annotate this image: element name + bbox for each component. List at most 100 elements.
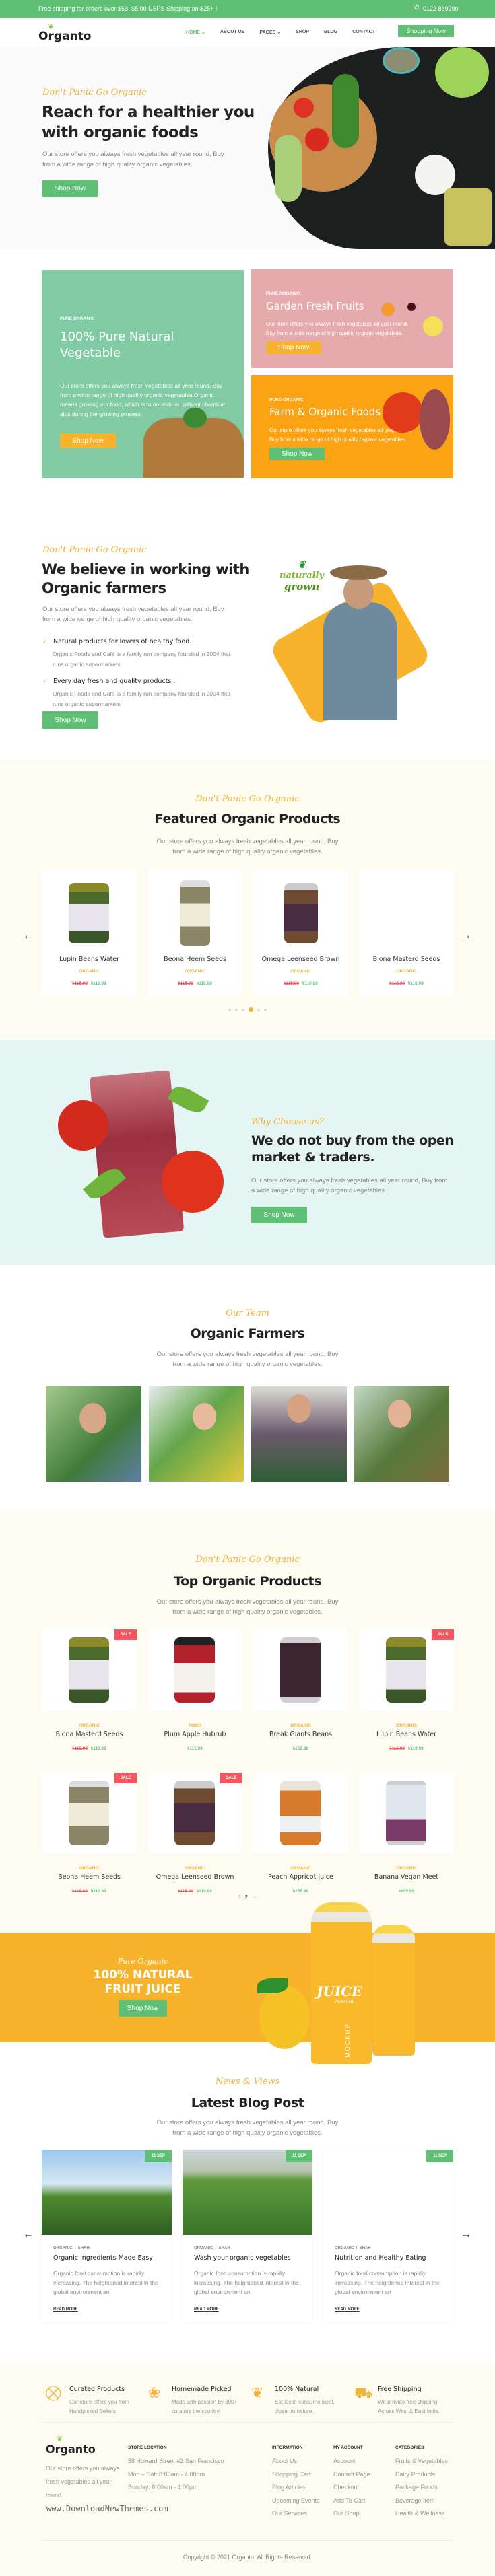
farmer-face: [287, 1394, 311, 1423]
featured-next-arrow[interactable]: →: [461, 930, 471, 942]
why-title: We do not buy from the open market & trad…: [251, 1133, 454, 1165]
blog-card[interactable]: 11 SEP ORGANIC / SHAH Nutrition and Health…: [323, 2150, 453, 2322]
blog-meta: ORGANIC / SHAH: [194, 2246, 230, 2250]
product-card[interactable]: Biona Masterd Seeds ORGANIC ৳115.99 ৳110.…: [359, 869, 454, 996]
juice-shop-now-button[interactable]: Shop Now: [119, 2000, 167, 2017]
footer-link[interactable]: Our Shop: [333, 2507, 370, 2521]
product-card[interactable]: Beona Heem Seeds ORGANIC ৳115.99 ৳110.99: [147, 869, 242, 996]
product-name: Peach Appricot Juice: [268, 1873, 333, 1881]
footer-link[interactable]: Shopping Cart: [272, 2468, 320, 2482]
blog-post-title[interactable]: Organic Ingredients Made Easy: [53, 2254, 153, 2262]
juice-title: 100% NATURAL FRUIT JUICE: [93, 1968, 193, 1996]
blog-prev-arrow[interactable]: ←: [23, 2229, 34, 2241]
carousel-dot[interactable]: [242, 1008, 244, 1011]
naturally-grown-badge: ❦ naturally grown: [279, 560, 325, 593]
footer-link[interactable]: Beverage Item: [395, 2495, 448, 2508]
product-card[interactable]: SALE ORGANIC Lupin Beans Water ৳115.99 ৳110.…: [359, 1629, 454, 1751]
nav-contact[interactable]: CONTACT: [352, 30, 375, 35]
blog-post-title[interactable]: Wash your organic vegetables: [194, 2254, 291, 2262]
footer-link[interactable]: Account: [333, 2455, 370, 2468]
shopping-now-button[interactable]: Shooping Now: [398, 25, 454, 37]
banner-shop-now-button[interactable]: Shop Now: [60, 433, 116, 448]
nav-about[interactable]: ABOUT US: [220, 30, 245, 35]
nav-shop[interactable]: SHOP: [296, 30, 309, 35]
about-shop-now-button[interactable]: Shop Now: [42, 711, 98, 729]
featured-prev-arrow[interactable]: ←: [23, 930, 34, 942]
blog-post-title[interactable]: Nutrition and Healthy Eating: [335, 2254, 426, 2262]
farmer-photo[interactable]: [251, 1386, 347, 1482]
read-more-link[interactable]: READ MORE: [335, 2307, 360, 2312]
product-price: ৳115.99 ৳110.99: [389, 1746, 424, 1751]
farmer-photo[interactable]: [354, 1386, 449, 1482]
top-subtitle: Don't Panic Go Organic: [195, 1554, 300, 1565]
footer-link[interactable]: About Us: [272, 2455, 320, 2468]
footer-link[interactable]: Contact Page: [333, 2468, 370, 2482]
read-more-link[interactable]: READ MORE: [53, 2307, 78, 2312]
banner-shop-now-button[interactable]: Shop Now: [266, 341, 321, 354]
footer-column-store: STORE LOCATION 58 Howard Street #2 San Fr…: [128, 2445, 224, 2495]
herbs: [332, 74, 359, 148]
footer-info: 58 Howard Street #2 San Francisco: [128, 2458, 224, 2464]
phone-number[interactable]: 0122 889990: [423, 5, 459, 12]
product-card[interactable]: ORGANIC Break Giants Beans ৳150.99: [253, 1629, 348, 1751]
blog-card[interactable]: 11 SEP ORGANIC / SHAH Wash your organic ve…: [183, 2150, 312, 2322]
footer-link[interactable]: Blog Articles: [272, 2481, 320, 2495]
team-title: Organic Farmers: [190, 1326, 305, 1341]
farmer-photo[interactable]: [46, 1386, 141, 1482]
bottle-sub: PACKAGING: [335, 2000, 355, 2004]
farmer-photo[interactable]: [149, 1386, 244, 1482]
juice-bottle-image: JUICE PACKAGING MOCKUP: [311, 1902, 372, 2064]
carousel-dot[interactable]: [264, 1008, 267, 1011]
carousel-dot[interactable]: [228, 1008, 231, 1011]
footer-link[interactable]: Checkout: [333, 2481, 370, 2495]
nav-home[interactable]: HOME ⌄: [186, 30, 205, 35]
feature-title: Homemade Picked: [172, 2386, 232, 2393]
blog-excerpt: Organic food consumption is rapidly incr…: [194, 2270, 299, 2295]
page-1[interactable]: 1: [238, 1895, 241, 1900]
sale-badge: SALE: [114, 1629, 137, 1640]
hero-food-image: [268, 47, 495, 249]
banner-shop-now-button[interactable]: Shop Now: [269, 448, 325, 460]
product-category: ORGANIC: [79, 1866, 100, 1871]
product-image: [174, 1637, 215, 1703]
product-card[interactable]: SALE ORGANIC Omega Leenseed Brown ৳115.99 ৳1…: [147, 1773, 242, 1894]
product-card[interactable]: Lupin Beans Water ORGANIC ৳115.99 ৳110.99: [42, 869, 137, 996]
page-2[interactable]: 2: [245, 1895, 248, 1900]
tomato: [305, 128, 329, 151]
product-card[interactable]: ORGANIC Banana Vegan Meet ৳195.99: [359, 1773, 454, 1894]
read-more-link[interactable]: READ MORE: [194, 2307, 219, 2312]
blog-card[interactable]: 11 SEP ORGANIC / SHAH Organic Ingredients …: [42, 2150, 172, 2322]
product-category: ORGANIC: [79, 1723, 100, 1728]
product-image: [386, 1781, 426, 1845]
banner-title: Garden Fresh Fruits: [266, 300, 364, 312]
carousel-dot-active[interactable]: [249, 1007, 253, 1012]
product-card[interactable]: ORGANIC Peach Appricot Juice ৳155.99: [253, 1773, 348, 1894]
footer-link[interactable]: Our Services: [272, 2507, 320, 2521]
nav-blog[interactable]: BLOG: [324, 30, 337, 35]
carousel-dot[interactable]: [257, 1008, 260, 1011]
featured-description: Our store offers you always fresh vegeta…: [156, 838, 339, 855]
why-shop-now-button[interactable]: Shop Now: [251, 1207, 307, 1223]
footer-link[interactable]: Health & Wellness: [395, 2507, 448, 2521]
product-card[interactable]: SALE ORGANIC Beona Heem Seeds ৳115.99 ৳110.9…: [42, 1773, 137, 1894]
nav-pages[interactable]: PAGES ⌄: [259, 30, 281, 35]
product-card[interactable]: SALE ORGANIC Biona Masterd Seeds ৳115.99 ৳11…: [42, 1629, 137, 1751]
hero-shop-now-button[interactable]: Shop Now: [42, 180, 98, 197]
footer-divider: [42, 2540, 453, 2541]
apricot: [381, 303, 395, 316]
farmer-face: [79, 1403, 106, 1433]
blog-next-arrow[interactable]: →: [461, 2229, 471, 2241]
check-icon: ✓: [42, 678, 48, 684]
footer-link[interactable]: Fruits & Vegetables: [395, 2455, 448, 2468]
footer-link[interactable]: Add To Cart: [333, 2495, 370, 2508]
product-image-box: [147, 1773, 242, 1853]
footer-link[interactable]: Upcoming Events: [272, 2495, 320, 2508]
next-page-arrow[interactable]: →: [252, 1895, 257, 1900]
footer-link[interactable]: Package Foods: [395, 2481, 448, 2495]
footer-link[interactable]: Dairy Products: [395, 2468, 448, 2482]
about-title: We believe in working with Organic farmer…: [42, 561, 249, 596]
product-card[interactable]: Omega Leenseed Brown ORGANIC ৳115.99 ৳110…: [253, 869, 348, 996]
watermark: www.DownloadNewThemes.com: [46, 2504, 168, 2513]
product-card[interactable]: FOOD Plum Apple Hubrub ৳115.99: [147, 1629, 242, 1751]
carousel-dot[interactable]: [235, 1008, 238, 1011]
